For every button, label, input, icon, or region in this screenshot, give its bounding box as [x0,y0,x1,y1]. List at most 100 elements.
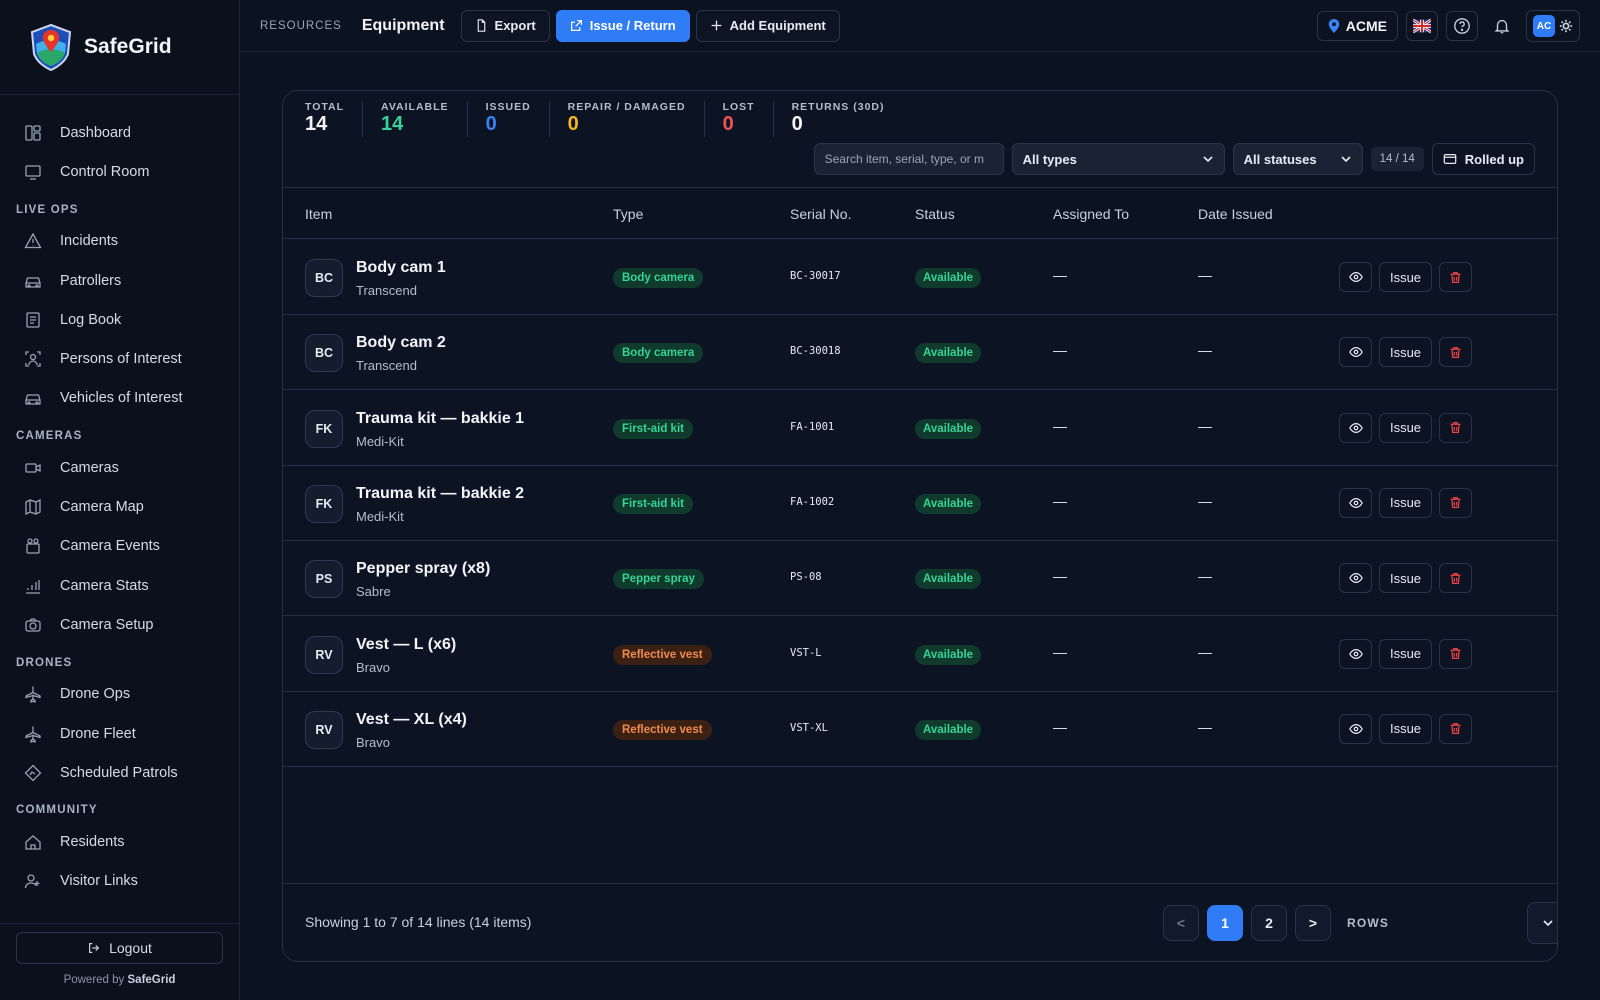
column-header-status[interactable]: Status [915,206,955,222]
sidebar-item-camera-stats[interactable]: Camera Stats [0,566,239,605]
item-name[interactable]: Vest — XL (x4) [356,711,467,729]
item-name[interactable]: Vest — L (x6) [356,636,456,654]
delete-button[interactable] [1439,337,1472,368]
delete-button[interactable] [1439,412,1472,443]
type-badge: Reflective vest [613,644,712,665]
camera-setup-icon [25,618,41,632]
map-icon [25,498,41,516]
view-button[interactable] [1339,638,1372,669]
issue-button[interactable]: Issue [1379,487,1432,518]
search-input[interactable]: Search item, serial, type, or m [813,143,1004,175]
view-button[interactable] [1339,487,1372,518]
sidebar-item-label: Incidents [60,233,119,250]
view-button[interactable] [1339,563,1372,594]
issue-return-button[interactable]: Issue / Return [555,9,690,42]
sidebar-item-patrollers[interactable]: Patrollers [0,261,239,300]
date-issued: — [1198,267,1212,283]
sidebar-item-label: Camera Map [60,499,144,516]
page-button-2[interactable]: 2 [1251,905,1287,941]
issue-button[interactable]: Issue [1379,262,1432,292]
issue-button[interactable]: Issue [1379,638,1432,669]
trash-icon [1450,346,1461,358]
type-filter-select[interactable]: All types [1011,143,1225,175]
sidebar-item-scheduled-patrols[interactable]: Scheduled Patrols [0,753,239,792]
issue-button[interactable]: Issue [1379,412,1432,443]
sidebar-item-drone-fleet[interactable]: Drone Fleet [0,714,239,753]
column-header-date-issued[interactable]: Date Issued [1198,206,1273,222]
brand[interactable]: SafeGrid [0,0,239,95]
sidebar-item-camera-events[interactable]: Camera Events [0,527,239,566]
assigned-to: — [1053,492,1067,509]
item-name[interactable]: Trauma kit — bakkie 2 [356,485,524,503]
sidebar-item-log-book[interactable]: Log Book [0,300,239,339]
date-issued: — [1198,718,1212,735]
sidebar-item-visitor-links[interactable]: Visitor Links [0,862,239,901]
sidebar-item-camera-map[interactable]: Camera Map [0,487,239,526]
status-filter-value: All statuses [1243,151,1317,167]
type-badge: Reflective vest [613,719,712,740]
sidebar-item-icon [24,537,42,555]
column-header-type[interactable]: Type [613,206,643,222]
status-filter-select[interactable]: All statuses [1232,143,1363,175]
issue-button[interactable]: Issue [1379,563,1432,594]
trash-icon [1450,422,1461,434]
column-header-serial[interactable]: Serial No. [790,206,851,222]
logout-button[interactable]: Logout [16,932,223,964]
org-selector[interactable]: ACME [1316,11,1398,41]
rolled-up-toggle[interactable]: Rolled up [1431,143,1535,175]
item-name[interactable]: Body cam 1 [356,259,446,277]
chevron-down-icon [1543,920,1553,927]
delete-button[interactable] [1439,713,1472,744]
sidebar-item-cameras[interactable]: Cameras [0,448,239,487]
type-badge: Body camera [613,268,704,288]
next-page-button[interactable]: > [1295,905,1331,941]
item-name[interactable]: Pepper spray (x8) [356,560,490,578]
sidebar-item-persons-of-interest[interactable]: Persons of Interest [0,339,239,378]
stats-bar: TOTAL 14 AVAILABLE 14 ISSUED 0 REPAIR / DAMAGE… [305,101,921,137]
view-button[interactable] [1339,412,1372,443]
status-badge: Available [915,418,982,439]
delete-button[interactable] [1439,262,1472,292]
prev-page-button[interactable]: < [1163,905,1199,941]
delete-button[interactable] [1439,563,1472,594]
sidebar-item-dashboard[interactable]: Dashboard [0,113,239,152]
export-button[interactable]: Export [460,9,550,42]
sidebar-item-incidents[interactable]: Incidents [0,222,239,261]
view-button[interactable] [1339,337,1372,368]
equipment-card: TOTAL 14 AVAILABLE 14 ISSUED 0 REPAIR / DAMAGE… [282,90,1558,962]
add-equipment-button[interactable]: Add Equipment [695,9,840,42]
sidebar-item-camera-setup[interactable]: Camera Setup [0,605,239,644]
issue-button[interactable]: Issue [1379,337,1432,368]
view-button[interactable] [1339,713,1372,744]
breadcrumb[interactable]: RESOURCES [260,20,342,32]
logout-icon [89,943,100,953]
sidebar-item-vehicles-of-interest[interactable]: Vehicles of Interest [0,379,239,418]
item-name[interactable]: Body cam 2 [356,334,446,352]
safegrid-logo-icon [30,23,72,72]
column-header-item[interactable]: Item [305,206,332,222]
item-name[interactable]: Trauma kit — bakkie 1 [356,410,524,428]
page-button-1[interactable]: 1 [1207,905,1243,941]
delete-button[interactable] [1439,487,1472,518]
sidebar-item-label: Camera Stats [60,577,149,594]
rows-per-page-select[interactable] [1527,902,1557,944]
assigned-to: — [1053,718,1067,735]
column-header-assigned-to[interactable]: Assigned To [1053,206,1129,222]
help-button[interactable] [1446,11,1478,41]
user-menu[interactable]: AC [1526,10,1580,42]
sidebar-item-residents[interactable]: Residents [0,822,239,861]
chevron-down-icon [1203,156,1213,163]
result-count-badge: 14 / 14 [1370,147,1424,171]
issue-button[interactable]: Issue [1379,713,1432,744]
language-button[interactable] [1406,11,1438,41]
sidebar-item-control-room[interactable]: Control Room [0,152,239,191]
pagination: < 1 2 > ROWS [1163,905,1389,941]
home-icon [25,835,41,850]
sidebar-item-drone-ops[interactable]: Drone Ops [0,675,239,714]
view-button[interactable] [1339,262,1372,292]
delete-button[interactable] [1439,638,1472,669]
eye-icon [1348,497,1363,508]
notifications-button[interactable] [1486,11,1518,41]
top-bar: RESOURCES Equipment Export Issue / Retur… [240,0,1600,52]
table-row: FK Trauma kit — bakkie 1 Medi-Kit First-aid… [283,391,1557,466]
